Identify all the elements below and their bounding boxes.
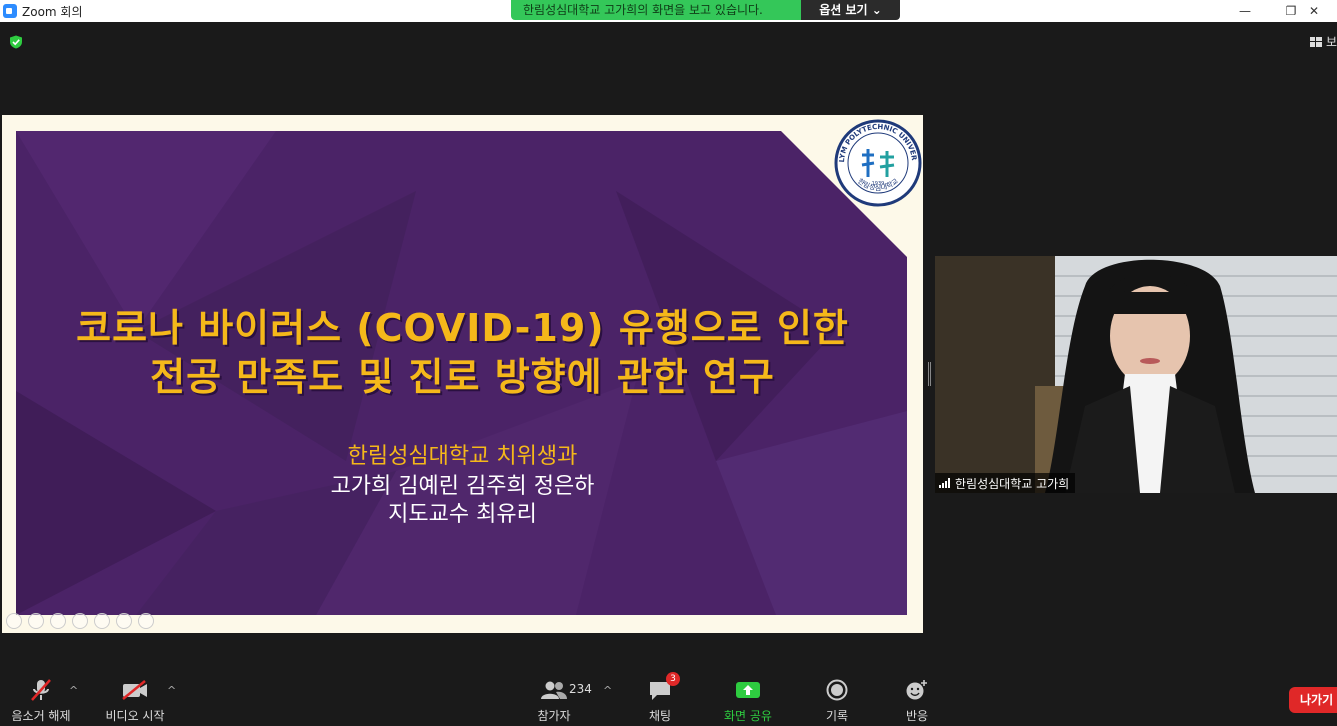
zoom-icon[interactable] bbox=[94, 613, 110, 629]
unmute-button[interactable]: 음소거 해제 bbox=[8, 666, 74, 724]
previous-slide-icon[interactable] bbox=[6, 613, 22, 629]
record-label: 기록 bbox=[825, 709, 849, 723]
reactions-icon bbox=[903, 676, 931, 704]
participants-count: 234 bbox=[569, 682, 592, 696]
security-shield-icon[interactable] bbox=[9, 35, 23, 49]
microphone-muted-icon bbox=[27, 676, 55, 704]
slide-school-dept: 한림성심대학교 치위생과 bbox=[347, 444, 578, 469]
leave-meeting-button[interactable]: 나가기 bbox=[1289, 687, 1337, 713]
record-button[interactable]: 기록 bbox=[820, 666, 854, 724]
zoom-window: Zoom 회의 — ❐ ✕ 한림성심대학교 고가희의 화면을 보고 있습니다. … bbox=[0, 0, 1337, 726]
pen-icon[interactable] bbox=[50, 613, 66, 629]
next-slide-icon[interactable] bbox=[28, 613, 44, 629]
view-options-button[interactable]: 옵션 보기 ⌄ bbox=[801, 0, 900, 20]
participants-options-caret[interactable]: ^ bbox=[603, 684, 612, 697]
signal-strength-icon bbox=[939, 478, 950, 488]
chat-unread-badge: 3 bbox=[666, 672, 680, 686]
video-off-icon bbox=[121, 676, 149, 704]
participant-video[interactable] bbox=[935, 256, 1337, 493]
chat-label: 채팅 bbox=[648, 709, 672, 723]
unmute-label: 음소거 해제 bbox=[11, 709, 71, 723]
record-icon bbox=[823, 676, 851, 704]
slide-show-controls bbox=[6, 613, 154, 629]
share-screen-label: 화면 공유 bbox=[724, 709, 772, 723]
slide-title-line-1: 코로나 바이러스 (COVID-19) 유행으로 인한 bbox=[76, 306, 849, 350]
video-options-caret[interactable]: ^ bbox=[167, 684, 176, 697]
view-switch-button[interactable]: 보 bbox=[1309, 33, 1337, 50]
more-options-icon[interactable] bbox=[138, 613, 154, 629]
reactions-label: 반응 bbox=[905, 709, 929, 723]
share-banner-message: 한림성심대학교 고가희의 화면을 보고 있습니다. bbox=[511, 0, 801, 20]
grid-view-icon bbox=[1309, 36, 1322, 47]
shared-screen-slide: 1939 HALLYM POLYTECHNIC UNIVERSITY 한림성심대… bbox=[2, 115, 923, 633]
window-title: Zoom 회의 bbox=[22, 4, 83, 19]
view-label: 보 bbox=[1325, 35, 1337, 49]
meeting-toolbar: 음소거 해제 ^ 비디오 시작 ^ 참가자 234 ^ 3 채팅 화면 공유 기… bbox=[0, 666, 1337, 726]
slides-icon[interactable] bbox=[72, 613, 88, 629]
audio-options-caret[interactable]: ^ bbox=[69, 684, 78, 697]
chat-button[interactable]: 3 채팅 bbox=[640, 666, 680, 724]
zoom-app-icon bbox=[3, 4, 17, 18]
slide-title-line-2: 전공 만족도 및 진로 방향에 관한 연구 bbox=[150, 355, 775, 399]
panel-resize-handle[interactable] bbox=[928, 362, 931, 386]
minimize-button[interactable]: — bbox=[1222, 0, 1268, 22]
share-screen-icon bbox=[734, 676, 762, 704]
slide-advisor: 지도교수 최유리 bbox=[388, 502, 537, 527]
close-button[interactable]: ✕ bbox=[1291, 0, 1337, 22]
subtitle-icon[interactable] bbox=[116, 613, 132, 629]
start-video-label: 비디오 시작 bbox=[105, 709, 165, 723]
participant-name: 한림성심대학교 고가희 bbox=[955, 476, 1070, 491]
hallym-university-logo: 1939 HALLYM POLYTECHNIC UNIVERSITY 한림성심대… bbox=[834, 119, 922, 207]
participant-name-tag: 한림성심대학교 고가희 bbox=[935, 473, 1076, 493]
participants-label: 참가자 bbox=[537, 709, 571, 723]
reactions-button[interactable]: 반응 bbox=[900, 666, 934, 724]
share-screen-button[interactable]: 화면 공유 bbox=[718, 666, 778, 724]
share-banner: 한림성심대학교 고가희의 화면을 보고 있습니다. 옵션 보기 ⌄ bbox=[511, 0, 900, 20]
start-video-button[interactable]: 비디오 시작 bbox=[102, 666, 168, 724]
chat-icon: 3 bbox=[646, 672, 680, 704]
participants-icon bbox=[540, 676, 568, 704]
